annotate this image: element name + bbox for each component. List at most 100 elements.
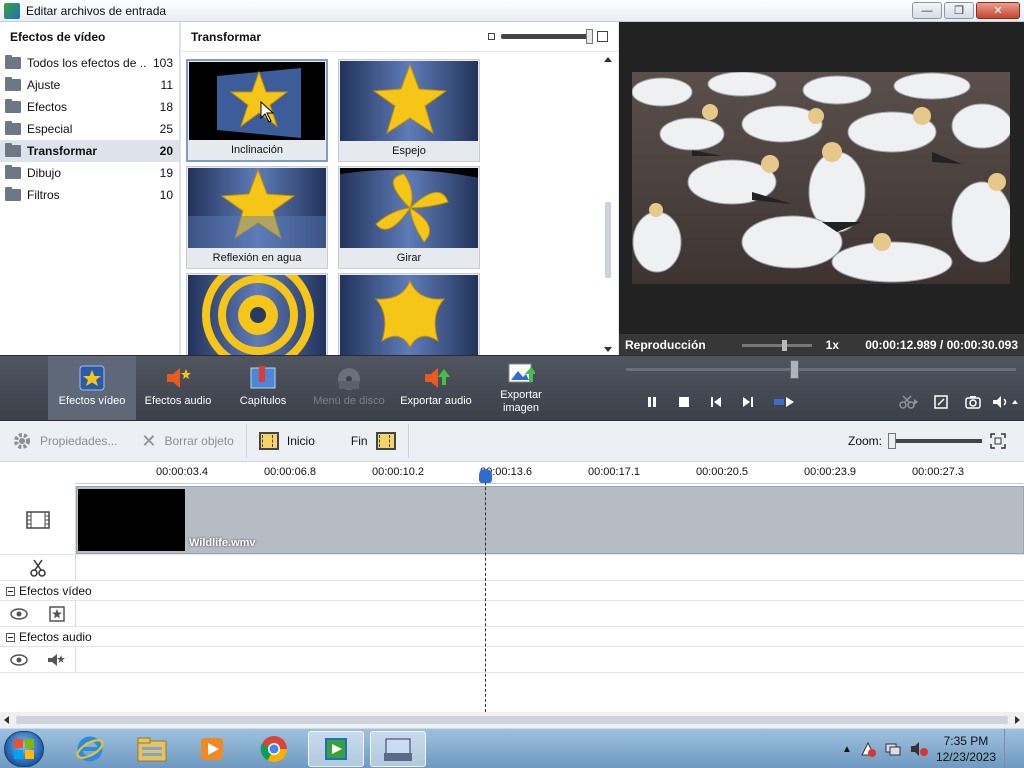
effect-tile-girar[interactable]: Girar xyxy=(338,166,480,269)
sidebar-item-efectos[interactable]: Efectos 18 xyxy=(0,96,179,118)
seek-thumb[interactable] xyxy=(790,360,799,379)
slider-thumb[interactable] xyxy=(586,29,593,44)
scroll-left-icon[interactable] xyxy=(4,716,9,724)
playhead-handle[interactable] xyxy=(479,469,492,483)
scrollbar-thumb[interactable] xyxy=(16,716,1008,724)
thumbnail-size-slider[interactable] xyxy=(501,29,593,44)
zoom-slider[interactable] xyxy=(888,433,982,449)
effect-thumbnail xyxy=(188,168,326,249)
export-image-button[interactable]: Exportar imagen xyxy=(486,356,556,420)
media-player-taskbar-button[interactable] xyxy=(184,731,240,767)
speaker-star-icon xyxy=(48,653,66,666)
effect-tile-espejo[interactable]: Espejo xyxy=(338,59,480,162)
collapse-icon[interactable] xyxy=(6,586,15,596)
export-audio-button[interactable]: Exportar audio xyxy=(394,356,478,420)
effect-thumbnail xyxy=(189,62,325,143)
preview-video xyxy=(632,72,1010,284)
set-end-button[interactable]: Fin xyxy=(339,421,408,462)
effect-tile-inclinacion[interactable]: Inclinación xyxy=(186,59,328,162)
clock[interactable]: 7:35 PM 12/23/2023 xyxy=(936,733,996,765)
fullscreen-button[interactable] xyxy=(925,393,957,411)
video-editor-taskbar-button[interactable] xyxy=(308,731,364,767)
video-effects-group[interactable]: Efectos vídeo xyxy=(6,584,92,598)
disc-menu-icon xyxy=(335,364,363,392)
pause-button[interactable] xyxy=(636,393,668,411)
video-editor-icon xyxy=(325,738,347,760)
speed-slider-thumb[interactable] xyxy=(781,339,787,351)
sidebar-item-dibujo[interactable]: Dibujo 19 xyxy=(0,162,179,184)
sidebar-header: Efectos de vídeo xyxy=(10,30,106,44)
timeline-horizontal-scrollbar[interactable] xyxy=(0,712,1024,728)
effect-tile-6[interactable] xyxy=(338,273,480,355)
play-selection-button[interactable] xyxy=(764,393,804,411)
film-start-icon xyxy=(258,432,279,450)
effect-thumbnail xyxy=(340,61,478,142)
film-strip-icon xyxy=(25,511,50,529)
divider xyxy=(0,600,1024,601)
gear-icon xyxy=(14,433,30,449)
next-button[interactable] xyxy=(732,393,764,411)
previous-button[interactable] xyxy=(700,393,732,411)
delete-object-button[interactable]: ✕ Borrar objeto xyxy=(129,421,245,462)
clip-thumbnail[interactable] xyxy=(78,489,185,551)
stop-button[interactable] xyxy=(668,393,700,411)
keyboard-app-taskbar-button[interactable] xyxy=(370,731,426,767)
start-button[interactable] xyxy=(4,731,44,767)
action-center-icon[interactable] xyxy=(860,741,876,757)
network-icon[interactable] xyxy=(884,741,902,757)
scroll-down-icon[interactable] xyxy=(604,347,612,352)
video-track-header xyxy=(0,486,76,554)
zoom-thumb[interactable] xyxy=(888,433,896,449)
folder-icon xyxy=(137,737,167,762)
sidebar-item-count: 11 xyxy=(160,78,173,92)
large-thumbnails-icon[interactable] xyxy=(597,31,608,42)
effect-tile-reflexion-agua[interactable]: Reflexión en agua xyxy=(186,166,328,269)
audio-effects-group[interactable]: Efectos audio xyxy=(6,630,92,644)
eye-icon[interactable] xyxy=(10,607,28,620)
scrollbar-thumb[interactable] xyxy=(605,202,611,278)
playback-speed-slider[interactable] xyxy=(741,339,812,351)
effect-label: Espejo xyxy=(339,141,479,161)
close-button[interactable]: ✕ xyxy=(976,2,1020,19)
file-explorer-taskbar-button[interactable] xyxy=(124,731,180,767)
folder-icon xyxy=(5,121,21,135)
set-start-button[interactable]: Inicio xyxy=(247,421,327,462)
volume-muted-icon[interactable] xyxy=(910,741,928,757)
ruler-tick: 00:00:27.3 xyxy=(912,466,964,478)
minimize-button[interactable]: — xyxy=(912,2,942,19)
internet-explorer-taskbar-button[interactable] xyxy=(62,731,118,767)
audio-effects-button[interactable]: Efectos audio xyxy=(140,356,216,420)
delete-label: Borrar objeto xyxy=(164,434,234,448)
sidebar-item-label: Filtros xyxy=(27,188,60,202)
properties-button[interactable]: Propiedades... xyxy=(0,421,129,462)
eye-icon[interactable] xyxy=(10,653,28,666)
scroll-up-icon[interactable] xyxy=(604,57,612,62)
collapse-icon[interactable] xyxy=(6,632,15,642)
show-hidden-icons-icon[interactable]: ▲ xyxy=(842,744,852,755)
scroll-right-icon[interactable] xyxy=(1015,716,1020,724)
chapters-button[interactable]: Capítulos xyxy=(226,356,300,420)
maximize-button[interactable]: ❐ xyxy=(944,2,974,19)
volume-button[interactable] xyxy=(989,393,1021,411)
small-thumbnails-icon[interactable] xyxy=(488,33,495,40)
sidebar-item-ajuste[interactable]: Ajuste 11 xyxy=(0,74,179,96)
seek-bar[interactable] xyxy=(626,360,1016,379)
show-desktop-button[interactable] xyxy=(1004,729,1016,768)
video-effects-button[interactable]: Efectos vídeo xyxy=(48,356,136,420)
timeline-ruler[interactable]: 00:00:03.4 00:00:06.8 00:00:10.2 00:00:1… xyxy=(76,462,1024,484)
disc-menu-button[interactable]: Menú de disco xyxy=(308,356,390,420)
gallery-scrollbar[interactable] xyxy=(602,52,614,355)
sidebar-item-filtros[interactable]: Filtros 10 xyxy=(0,184,179,206)
snapshot-button[interactable] xyxy=(957,393,989,411)
toolbar-label: Capítulos xyxy=(239,395,287,407)
chrome-taskbar-button[interactable] xyxy=(246,731,302,767)
effects-category-sidebar: Efectos de vídeo Todos los efectos de ..… xyxy=(0,22,180,355)
sidebar-item-all[interactable]: Todos los efectos de ... 103 xyxy=(0,52,179,74)
fit-to-window-icon[interactable] xyxy=(990,433,1006,449)
sidebar-item-label: Dibujo xyxy=(27,166,62,180)
sidebar-item-especial[interactable]: Especial 25 xyxy=(0,118,179,140)
cut-button[interactable] xyxy=(893,393,925,411)
folder-icon xyxy=(5,99,21,113)
effect-tile-5[interactable] xyxy=(186,273,328,355)
sidebar-item-transformar[interactable]: Transformar 20 xyxy=(0,140,179,162)
